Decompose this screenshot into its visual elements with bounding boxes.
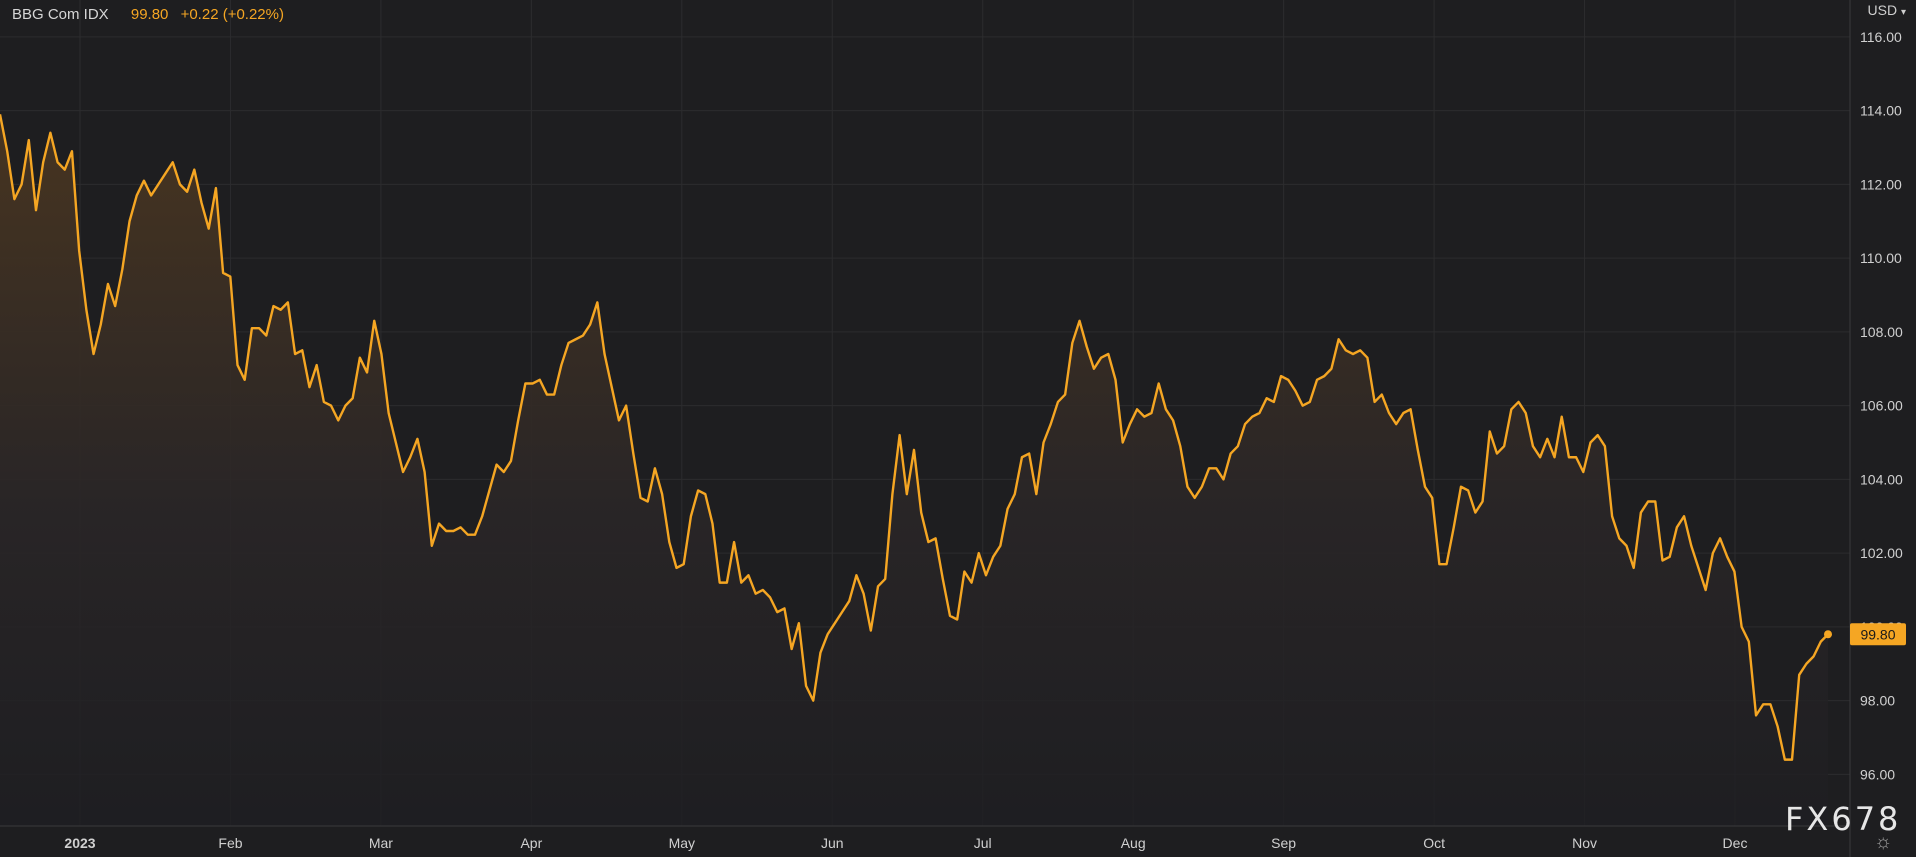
x-tick-label: May bbox=[669, 835, 695, 851]
symbol-name: BBG Com IDX bbox=[12, 6, 109, 23]
y-tick-label: 112.00 bbox=[1860, 176, 1902, 192]
last-price-tag-label: 99.80 bbox=[1860, 626, 1895, 642]
chevron-down-icon: ▾ bbox=[1900, 7, 1906, 18]
price-change: +0.22 (+0.22%) bbox=[180, 6, 284, 23]
x-tick-label: Jun bbox=[821, 835, 844, 851]
x-tick-label: 2023 bbox=[64, 835, 95, 851]
last-price: 99.80 bbox=[130, 6, 169, 23]
sun-gear-icon[interactable]: ☼ bbox=[1874, 831, 1892, 854]
last-point-marker bbox=[1824, 630, 1832, 639]
y-tick-label: 96.00 bbox=[1860, 766, 1895, 782]
y-tick-label: 102.00 bbox=[1860, 545, 1903, 561]
chart-header: BBG Com IDX 99.80 +0.22 (+0.22%) bbox=[12, 6, 284, 23]
y-tick-label: 98.00 bbox=[1860, 693, 1895, 709]
price-chart[interactable]: 116.00 114.00 112.00 110.00 108.00 106.00 104.… bbox=[0, 0, 1916, 857]
x-tick-label: Mar bbox=[369, 835, 393, 851]
x-tick-label: Oct bbox=[1423, 835, 1445, 851]
x-tick-label: Feb bbox=[218, 835, 242, 851]
x-tick-label: Jul bbox=[974, 835, 992, 851]
x-tick-label: Dec bbox=[1723, 835, 1748, 851]
currency-selector[interactable]: USD ▾ bbox=[1868, 2, 1906, 18]
y-tick-label: 116.00 bbox=[1860, 29, 1902, 45]
currency-label: USD bbox=[1867, 2, 1898, 18]
y-tick-label: 110.00 bbox=[1860, 250, 1902, 266]
x-tick-label: Aug bbox=[1121, 835, 1146, 851]
y-tick-label: 106.00 bbox=[1860, 398, 1903, 414]
x-tick-label: Apr bbox=[520, 835, 542, 851]
y-tick-label: 108.00 bbox=[1860, 324, 1903, 340]
y-tick-label: 114.00 bbox=[1860, 103, 1902, 119]
x-tick-label: Nov bbox=[1572, 835, 1597, 851]
x-tick-label: Sep bbox=[1271, 835, 1296, 851]
y-tick-label: 104.00 bbox=[1860, 471, 1903, 487]
